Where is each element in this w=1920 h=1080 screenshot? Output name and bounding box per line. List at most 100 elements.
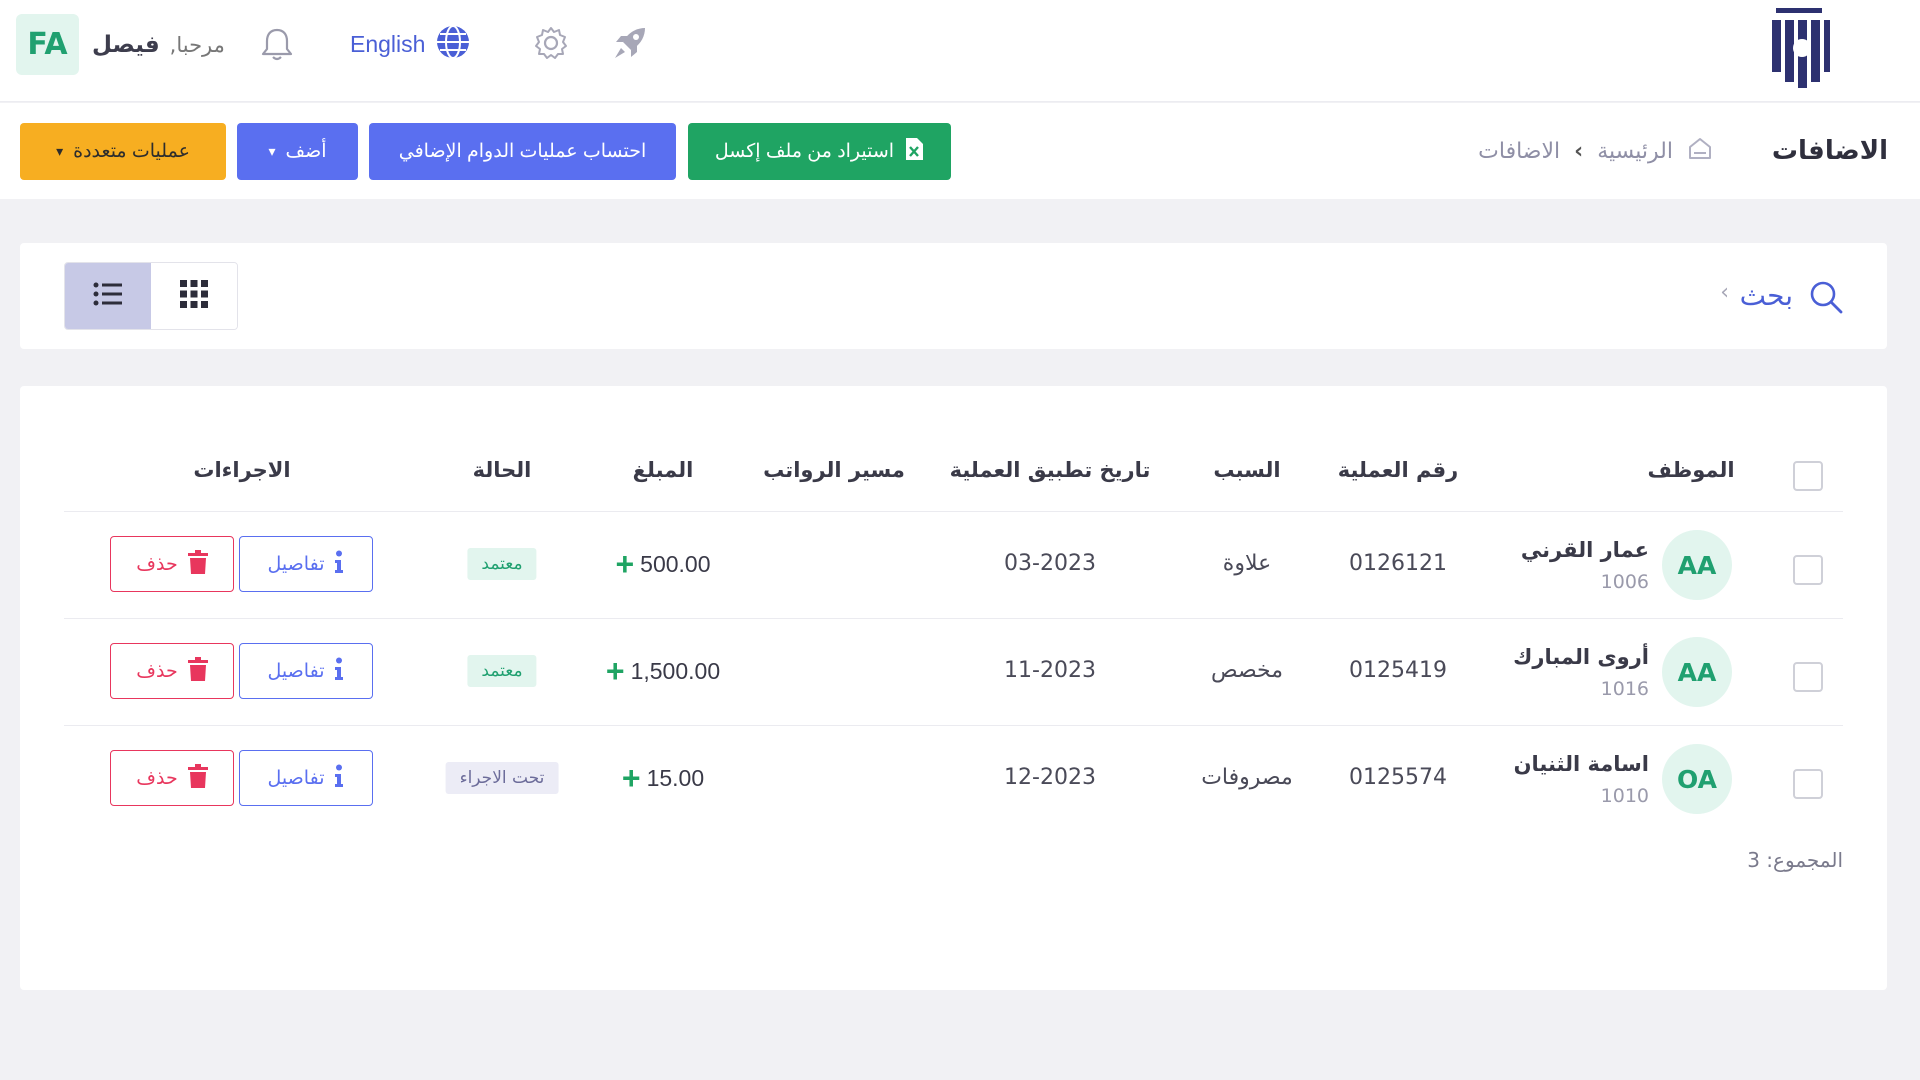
amount: + 15.00 [622, 762, 704, 794]
home-icon[interactable] [1687, 136, 1713, 166]
chevron-right-icon: › [1574, 138, 1584, 164]
multi-ops-label: عمليات متعددة [73, 141, 190, 162]
chevron-down-icon: ▾ [56, 143, 64, 159]
grid-view-button[interactable] [151, 263, 237, 329]
globe-icon [435, 24, 471, 64]
chevron-left-icon[interactable]: ‹ [1720, 280, 1729, 305]
row-divider [64, 725, 1843, 726]
list-view-button[interactable] [65, 263, 151, 329]
plus-icon: + [605, 653, 625, 689]
amount-value: 500.00 [640, 550, 711, 577]
employee-name[interactable]: اسامة الثنيان [1514, 752, 1649, 776]
amount: + 1,500.00 [606, 655, 720, 687]
delete-label: حذف [136, 767, 178, 789]
bell-icon[interactable] [260, 26, 294, 62]
details-button[interactable]: تفاصيل [239, 536, 373, 592]
employee-name[interactable]: عمار القرني [1521, 538, 1649, 562]
employee-id: 1016 [1600, 678, 1649, 700]
search-icon[interactable] [1808, 279, 1844, 315]
col-apply-date[interactable]: تاريخ تطبيق العملية [950, 458, 1151, 482]
info-icon [334, 550, 344, 579]
multi-operations-button[interactable]: عمليات متعددة ▾ [20, 123, 226, 180]
delete-label: حذف [136, 660, 178, 682]
employee-avatar: OA [1662, 744, 1732, 814]
employee-avatar: AA [1662, 637, 1732, 707]
row-divider [64, 618, 1843, 619]
import-excel-button[interactable]: استيراد من ملف إكسل [688, 123, 951, 180]
status-badge: معتمد [467, 548, 537, 580]
apply-date: 03-2023 [1004, 551, 1096, 576]
plus-icon: + [621, 760, 641, 796]
apply-date: 12-2023 [1004, 765, 1096, 790]
calc-overtime-button[interactable]: احتساب عمليات الدوام الإضافي [369, 123, 676, 180]
details-label: تفاصيل [267, 553, 325, 575]
breadcrumb-current: الاضافات [1478, 138, 1561, 164]
language-label: English [350, 30, 426, 57]
user-name[interactable]: فيصل [92, 32, 160, 58]
language-switch[interactable]: English [350, 24, 471, 64]
operation-no: 0125574 [1349, 765, 1447, 790]
operation-no: 0125419 [1349, 658, 1447, 683]
amount: + 500.00 [615, 548, 710, 580]
reason: علاوة [1222, 551, 1272, 576]
calc-overtime-label: احتساب عمليات الدوام الإضافي [398, 141, 647, 162]
delete-button[interactable]: حذف [110, 750, 234, 806]
col-operation-no[interactable]: رقم العملية [1338, 458, 1459, 482]
col-payroll[interactable]: مسير الرواتب [763, 458, 905, 482]
grid-icon [180, 280, 208, 312]
details-label: تفاصيل [267, 660, 325, 682]
row-checkbox[interactable] [1793, 662, 1823, 692]
delete-label: حذف [136, 553, 178, 575]
search-panel: بحث ‹ [20, 243, 1887, 349]
status-badge: تحت الاجراء [445, 762, 559, 794]
import-excel-label: استيراد من ملف إكسل [714, 141, 895, 162]
col-actions: الاجراءات [193, 458, 291, 482]
info-icon [334, 764, 344, 793]
chevron-down-icon: ▾ [268, 143, 276, 159]
row-checkbox[interactable] [1793, 769, 1823, 799]
amount-value: 15.00 [646, 764, 705, 791]
user-avatar[interactable]: FA [16, 14, 79, 75]
operation-no: 0126121 [1349, 551, 1447, 576]
employee-id: 1006 [1600, 571, 1649, 593]
plus-icon: + [615, 546, 635, 582]
info-icon [334, 657, 344, 686]
details-button[interactable]: تفاصيل [239, 643, 373, 699]
details-button[interactable]: تفاصيل [239, 750, 373, 806]
gear-icon[interactable] [533, 25, 569, 61]
trash-icon [187, 656, 208, 686]
rocket-icon[interactable] [611, 24, 649, 62]
add-dropdown-button[interactable]: أضف ▾ [237, 123, 358, 180]
col-employee[interactable]: الموظف [1647, 458, 1734, 482]
list-icon [93, 281, 123, 311]
trash-icon [187, 763, 208, 793]
greeting-text: مرحبا, [169, 33, 225, 57]
select-all-checkbox[interactable] [1793, 461, 1823, 491]
col-reason[interactable]: السبب [1213, 458, 1280, 482]
excel-file-icon [904, 137, 924, 167]
breadcrumb-home[interactable]: الرئيسية [1597, 139, 1673, 164]
trash-icon [187, 549, 208, 579]
page-title: الاضافات [1771, 136, 1888, 166]
amount-value: 1,500.00 [630, 657, 721, 684]
brand-logo[interactable] [1762, 4, 1836, 92]
delete-button[interactable]: حذف [110, 536, 234, 592]
reason: مصروفات [1201, 765, 1293, 790]
apply-date: 11-2023 [1004, 658, 1096, 683]
employee-avatar: AA [1662, 530, 1732, 600]
add-label: أضف [285, 141, 327, 162]
total-count: المجموع: 3 [1747, 848, 1843, 872]
status-badge: معتمد [467, 655, 537, 687]
additions-table: الموظف رقم العملية السبب تاريخ تطبيق الع… [20, 386, 1887, 990]
col-status[interactable]: الحالة [473, 458, 532, 482]
header-divider [64, 511, 1843, 512]
top-navbar: FA مرحبا, فيصل English [0, 0, 1920, 102]
employee-id: 1010 [1600, 785, 1649, 807]
user-greeting: مرحبا, فيصل [92, 30, 225, 60]
view-toggle [64, 262, 238, 330]
col-amount[interactable]: المبلغ [633, 458, 694, 482]
search-toggle[interactable]: بحث [1740, 279, 1793, 312]
delete-button[interactable]: حذف [110, 643, 234, 699]
row-checkbox[interactable] [1793, 555, 1823, 585]
employee-name[interactable]: أروى المبارك [1513, 645, 1649, 669]
